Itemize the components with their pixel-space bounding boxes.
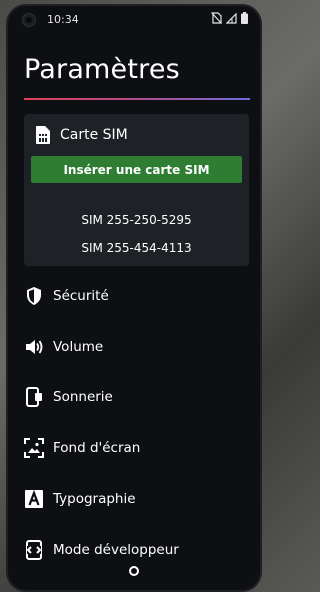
sim-number-1[interactable]: SIM 255-250-5295 (24, 213, 249, 227)
sim-card-label: Carte SIM (60, 127, 128, 143)
menu-item-fond-ecran[interactable]: Fond d'écran (24, 434, 249, 462)
no-sim-icon (211, 12, 222, 24)
menu-item-label: Volume (53, 339, 104, 355)
menu-item-label: Typographie (53, 491, 136, 507)
menu-item-label: Sonnerie (53, 389, 113, 405)
typography-icon (24, 489, 44, 509)
menu-item-label: Mode développeur (53, 542, 179, 558)
menu-item-mode-developpeur[interactable]: Mode développeur (24, 536, 249, 564)
sim-number-2[interactable]: SIM 255-454-4113 (24, 241, 249, 255)
page-title: Paramètres (24, 54, 180, 85)
wallpaper-icon (24, 438, 44, 458)
home-indicator[interactable] (129, 566, 139, 576)
camera-cutout (22, 13, 36, 27)
insert-sim-button[interactable]: Insérer une carte SIM (31, 156, 242, 183)
signal-icon (226, 12, 237, 24)
status-icons (211, 12, 248, 24)
menu-item-volume[interactable]: Volume (24, 333, 249, 361)
title-underline (24, 98, 250, 100)
sim-card-icon (36, 126, 50, 144)
shield-icon (24, 286, 44, 306)
menu-item-sonnerie[interactable]: Sonnerie (24, 383, 249, 411)
volume-icon (24, 337, 44, 357)
sim-card-header: Carte SIM (34, 125, 128, 145)
menu-item-label: Sécurité (53, 288, 109, 304)
menu-item-label: Fond d'écran (53, 440, 141, 456)
phone-screen: 10:34 Paramètres Carte SIM Insérer une c… (8, 6, 260, 590)
battery-icon (241, 12, 248, 24)
ringtone-icon (24, 387, 44, 407)
sim-card-panel: Carte SIM Insérer une carte SIM SIM 255-… (24, 114, 249, 266)
status-time: 10:34 (47, 13, 79, 26)
menu-item-securite[interactable]: Sécurité (24, 282, 249, 310)
developer-icon (24, 540, 44, 560)
menu-item-typographie[interactable]: Typographie (24, 485, 249, 513)
status-bar: 10:34 (8, 6, 260, 32)
